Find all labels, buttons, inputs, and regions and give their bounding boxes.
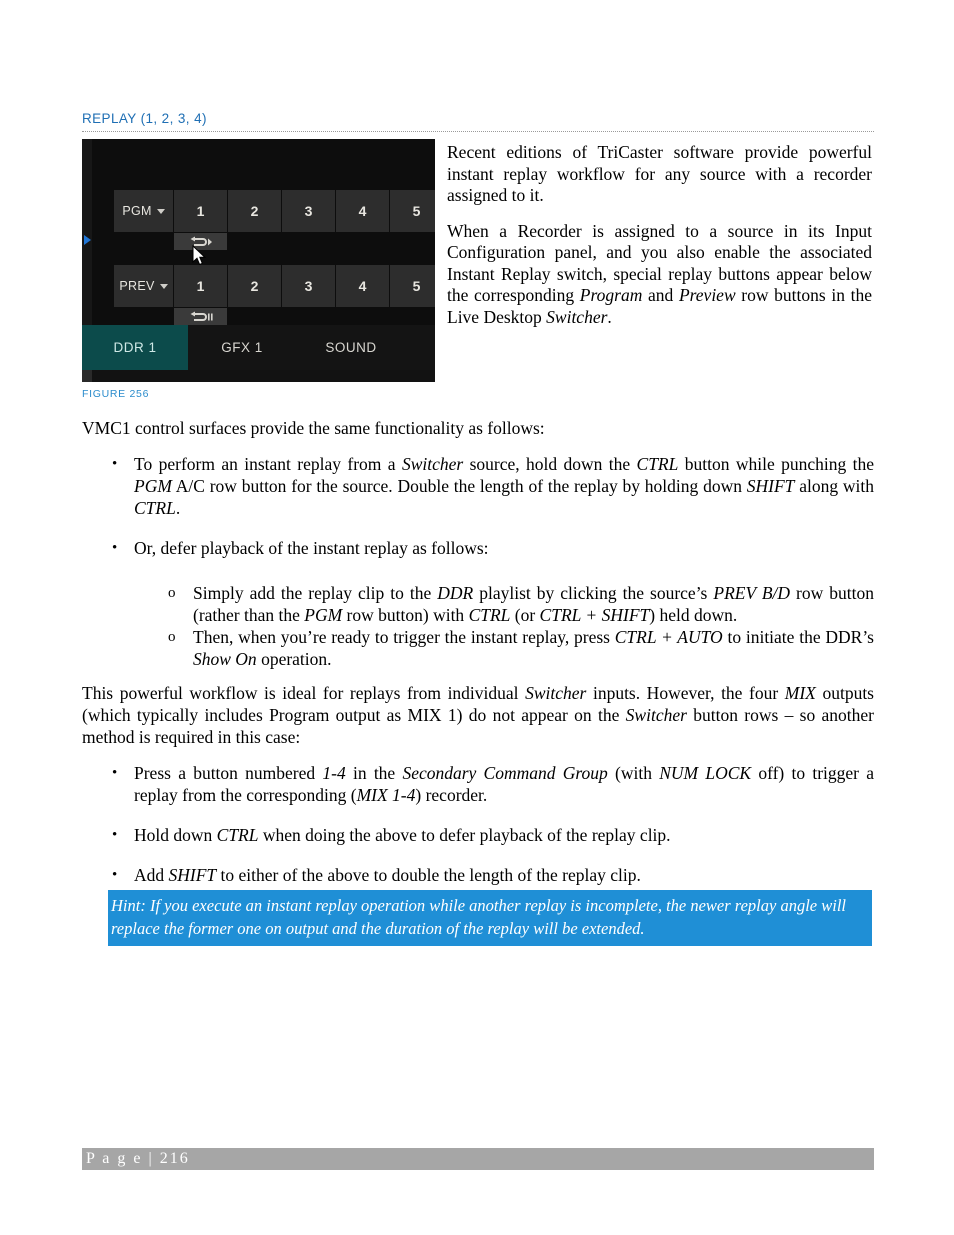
- switcher-left-rail: [82, 139, 92, 325]
- prev-row-label: PREV: [119, 279, 155, 293]
- chevron-down-icon: [156, 208, 165, 214]
- list-item: • Or, defer playback of the instant repl…: [82, 537, 874, 559]
- prev-row-selector[interactable]: PREV: [114, 265, 174, 307]
- bullet-marker: •: [112, 456, 118, 472]
- heading-divider: [82, 131, 874, 132]
- bullet-marker: •: [112, 827, 118, 843]
- pgm-source-button-2[interactable]: 2: [228, 190, 282, 232]
- prev-source-button-4[interactable]: 4: [336, 265, 390, 307]
- bullet-marker: •: [112, 867, 118, 883]
- sub-bullet-marker: o: [168, 585, 176, 601]
- pgm-source-button-4[interactable]: 4: [336, 190, 390, 232]
- figure-caption: FIGURE 256: [82, 388, 150, 400]
- bullet-marker: •: [112, 540, 118, 556]
- page-footer: P a g e | 216: [82, 1148, 874, 1170]
- list-item: o Simply add the replay clip to the DDR …: [82, 582, 874, 626]
- pgm-button-row: PGM 1 2 3 4 5: [114, 190, 435, 232]
- list-item-text: To perform an instant replay from a Swit…: [134, 454, 874, 518]
- figure-bottom-strip: [82, 370, 435, 382]
- figure-bottom-left-edge: [82, 370, 92, 382]
- list-item-text: Simply add the replay clip to the DDR pl…: [193, 583, 874, 625]
- pgm-row-label: PGM: [122, 204, 152, 218]
- sub-bullet-marker: o: [168, 629, 176, 645]
- figure-screenshot: PGM 1 2 3 4 5 PREV 1 2 3 4 5 DDR 1 GFX 1…: [82, 139, 435, 382]
- list-item-text: Add SHIFT to either of the above to doub…: [134, 865, 641, 885]
- page-number: P a g e | 216: [86, 1150, 190, 1167]
- list-item: • Hold down CTRL when doing the above to…: [82, 824, 874, 846]
- list-item-text: Press a button numbered 1-4 in the Secon…: [134, 763, 874, 805]
- tab-gfx-1[interactable]: GFX 1: [188, 325, 296, 370]
- prev-source-button-5[interactable]: 5: [390, 265, 435, 307]
- intro-text-block: Recent editions of TriCaster software pr…: [447, 142, 872, 342]
- list-item-text: Then, when you’re ready to trigger the i…: [193, 627, 874, 669]
- pgm-source-button-5[interactable]: 5: [390, 190, 435, 232]
- intro-paragraph-2: When a Recorder is assigned to a source …: [447, 220, 872, 327]
- list-item-text: Hold down CTRL when doing the above to d…: [134, 825, 671, 845]
- intro-paragraph-1: Recent editions of TriCaster software pr…: [447, 142, 872, 205]
- list-item: o Then, when you’re ready to trigger the…: [82, 626, 874, 670]
- row-marker-triangle-icon: [84, 235, 91, 245]
- document-page: REPLAY (1, 2, 3, 4) PGM 1 2 3 4 5 PREV 1…: [0, 0, 954, 1235]
- mouse-cursor-icon: [192, 245, 206, 266]
- module-tab-strip: DDR 1 GFX 1 SOUND: [82, 325, 435, 372]
- tab-ddr-1[interactable]: DDR 1: [82, 325, 188, 370]
- tab-sound[interactable]: SOUND: [296, 325, 406, 370]
- prev-replay-button[interactable]: [174, 308, 227, 325]
- loop-pause-icon: [190, 311, 213, 321]
- list-item: • To perform an instant replay from a Sw…: [82, 453, 874, 519]
- prev-source-button-1[interactable]: 1: [174, 265, 228, 307]
- prev-source-button-3[interactable]: 3: [282, 265, 336, 307]
- instruction-list-2: • Press a button numbered 1-4 in the Sec…: [82, 762, 874, 904]
- vmc1-paragraph: VMC1 control surfaces provide the same f…: [82, 418, 545, 438]
- pgm-source-button-3[interactable]: 3: [282, 190, 336, 232]
- pgm-source-button-1[interactable]: 1: [174, 190, 228, 232]
- hint-callout: Hint: If you execute an instant replay o…: [108, 890, 872, 946]
- prev-source-button-2[interactable]: 2: [228, 265, 282, 307]
- prev-button-row: PREV 1 2 3 4 5: [114, 265, 435, 307]
- chevron-down-icon: [159, 283, 168, 289]
- instruction-sublist: o Simply add the replay clip to the DDR …: [82, 582, 874, 670]
- instruction-list-1: • To perform an instant replay from a Sw…: [82, 453, 874, 577]
- pgm-row-selector[interactable]: PGM: [114, 190, 174, 232]
- list-item: • Press a button numbered 1-4 in the Sec…: [82, 762, 874, 806]
- list-item-text: Or, defer playback of the instant replay…: [134, 538, 489, 558]
- page-title: REPLAY (1, 2, 3, 4): [82, 111, 207, 126]
- mix-outputs-paragraph: This powerful workflow is ideal for repl…: [82, 683, 874, 747]
- bullet-marker: •: [112, 765, 118, 781]
- list-item: • Add SHIFT to either of the above to do…: [82, 864, 874, 886]
